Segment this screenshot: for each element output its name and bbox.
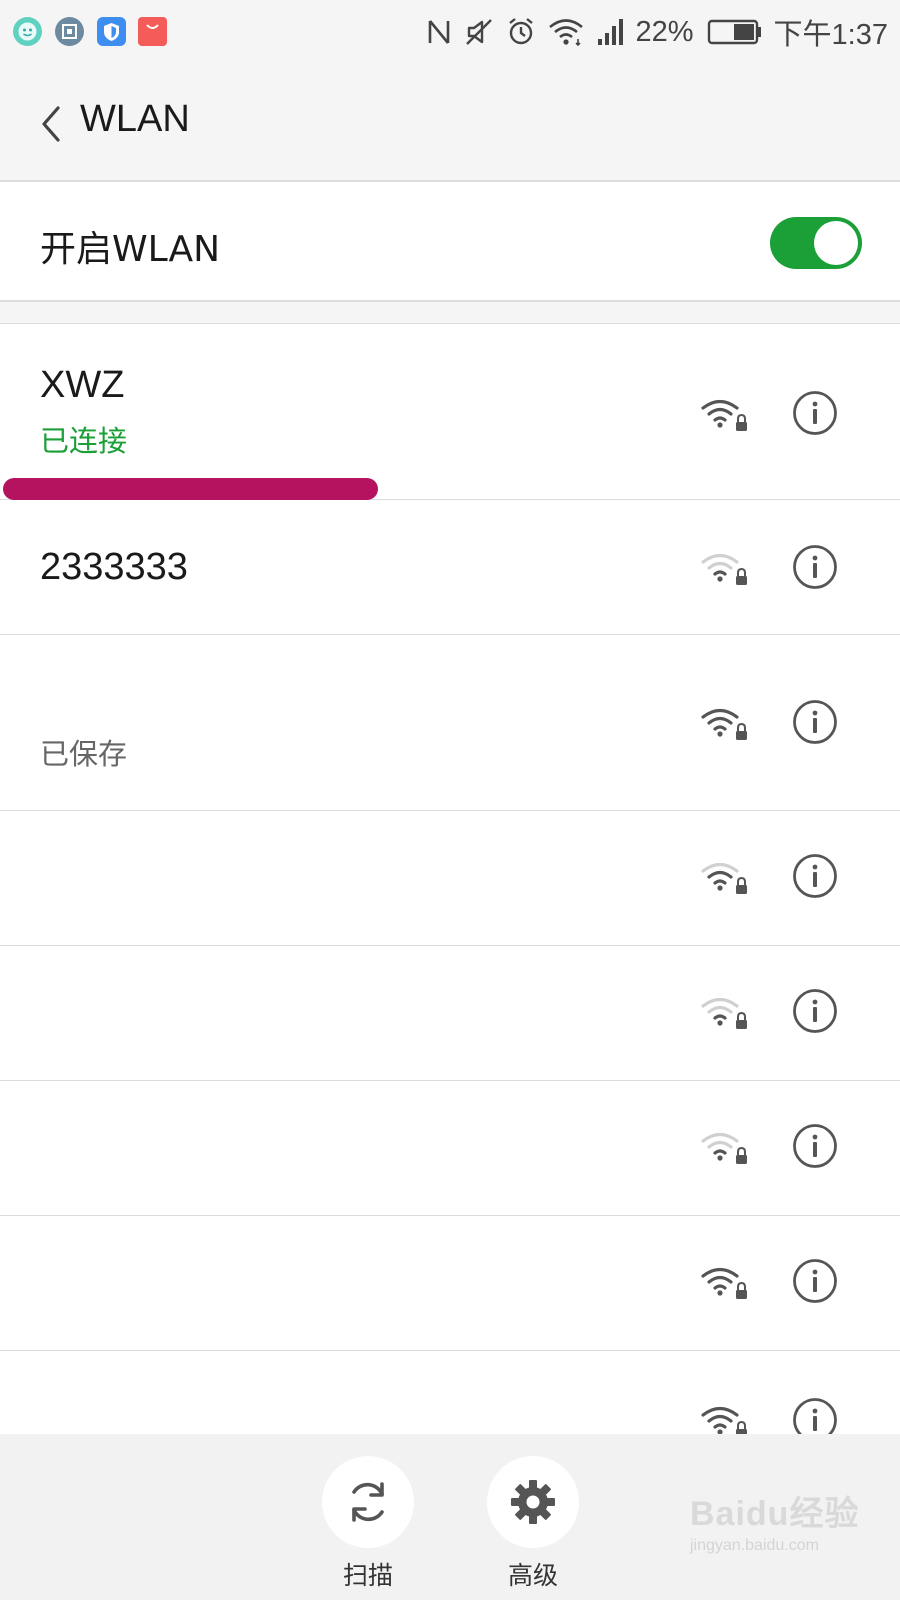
- scan-label: 扫描: [342, 1561, 393, 1590]
- network-row[interactable]: [0, 946, 900, 1081]
- toggle-knob: [814, 221, 858, 265]
- network-name: 2333333: [40, 546, 188, 588]
- security-shield-icon: [97, 17, 126, 46]
- wifi-lock-icon: [701, 553, 747, 585]
- mute-icon: [465, 19, 492, 45]
- wifi-lock-icon: [701, 1132, 747, 1164]
- info-icon[interactable]: [792, 1123, 838, 1169]
- info-icon[interactable]: [792, 544, 838, 590]
- chevron-left-icon[interactable]: [34, 102, 68, 146]
- battery-icon: [707, 19, 761, 45]
- wifi-lock-icon: [701, 1406, 747, 1434]
- scan-button[interactable]: [322, 1456, 414, 1548]
- advanced-button[interactable]: [487, 1456, 579, 1548]
- network-row[interactable]: [0, 1216, 900, 1351]
- clock: 下午1:37: [773, 19, 888, 51]
- info-icon[interactable]: [792, 853, 838, 899]
- battery-percent: 22%: [635, 15, 694, 48]
- cellular-signal-icon: [597, 19, 623, 45]
- wlan-switch-row[interactable]: 开启WLAN: [0, 182, 900, 302]
- network-status: 已连接: [40, 424, 128, 458]
- info-icon[interactable]: [792, 988, 838, 1034]
- wifi-lock-icon: [701, 997, 747, 1029]
- network-row-connected[interactable]: XWZ 已连接: [0, 324, 900, 500]
- network-status: 已保存: [40, 737, 128, 771]
- app-header: WLAN: [0, 66, 900, 182]
- wifi-lock-icon: [701, 399, 747, 431]
- watermark-url: jingyan.baidu.com: [690, 1537, 819, 1554]
- network-row[interactable]: [0, 811, 900, 946]
- network-name: XWZ: [40, 364, 125, 406]
- nfc-icon: [428, 20, 449, 44]
- network-list: XWZ 已连接 2333333 已保存: [0, 324, 900, 1434]
- baidu-watermark: Baidu经验 jingyan.baidu.com: [690, 1486, 870, 1555]
- wifi-status-icon: [548, 19, 583, 47]
- info-icon[interactable]: [792, 699, 838, 745]
- refresh-icon: [352, 1482, 384, 1522]
- wifi-lock-icon: [701, 708, 747, 740]
- bottom-action-bar: 扫描 高级 Baidu经验 jingyan.baidu.com: [0, 1434, 900, 1600]
- store-bag-icon: [138, 17, 167, 46]
- wlan-switch-label: 开启WLAN: [40, 229, 221, 270]
- alarm-icon: [508, 18, 533, 45]
- gear-icon: [511, 1480, 555, 1524]
- info-icon[interactable]: [792, 390, 838, 436]
- chat-app-icon: [13, 17, 42, 46]
- section-gap: [0, 302, 900, 324]
- highlight-annotation-bar: [3, 478, 378, 500]
- page-title: WLAN: [80, 98, 190, 140]
- network-row[interactable]: 2333333: [0, 500, 900, 635]
- wifi-lock-icon: [701, 862, 747, 894]
- network-row-saved[interactable]: 已保存: [0, 635, 900, 811]
- watermark-logo: Baidu经验: [690, 1495, 860, 1533]
- advanced-label: 高级: [507, 1561, 558, 1590]
- status-bar: 22% 下午1:37: [0, 0, 900, 66]
- wifi-lock-icon: [701, 1267, 747, 1299]
- status-indicators: 22% 下午1:37: [426, 12, 888, 52]
- info-icon[interactable]: [792, 1397, 838, 1434]
- screenshot-app-icon: [55, 17, 84, 46]
- info-icon[interactable]: [792, 1258, 838, 1304]
- network-row[interactable]: [0, 1351, 900, 1434]
- wlan-toggle[interactable]: [770, 217, 862, 269]
- network-row[interactable]: [0, 1081, 900, 1216]
